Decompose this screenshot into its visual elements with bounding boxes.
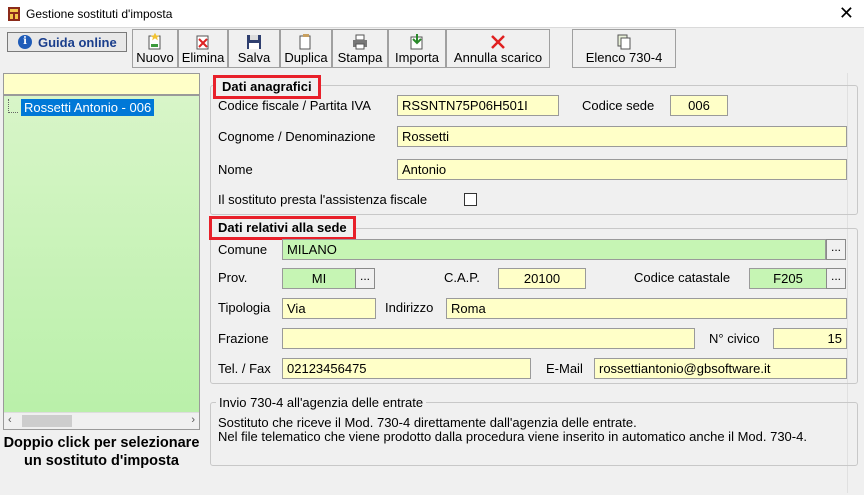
agency-sending-info: Sostituto che riceve il Mod. 730-4 diret… xyxy=(218,416,838,444)
tax-code-field[interactable]: RSSNTN75P06H501I xyxy=(397,95,559,116)
tax-assistance-checkbox[interactable] xyxy=(464,193,477,206)
hamlet-field[interactable] xyxy=(282,328,695,349)
list-730-4-button[interactable]: Elenco 730-4 xyxy=(572,29,676,68)
close-icon[interactable]: ✕ xyxy=(839,4,854,22)
documents-icon xyxy=(617,34,631,50)
office-data-legend: Dati relativi alla sede xyxy=(209,216,356,240)
province-label: Prov. xyxy=(218,270,248,285)
cancel-x-icon xyxy=(491,35,505,49)
app-icon xyxy=(8,7,20,21)
window-title: Gestione sostituti d'imposta xyxy=(26,7,173,21)
substitute-tree-list[interactable]: Rossetti Antonio - 006 ‹ › xyxy=(3,95,200,430)
name-field[interactable]: Antonio xyxy=(397,159,847,180)
cadastral-code-lookup-button[interactable]: ... xyxy=(826,268,846,289)
street-type-label: Tipologia xyxy=(218,300,271,315)
office-code-label: Codice sede xyxy=(582,98,655,113)
municipality-field[interactable]: MILANO xyxy=(282,239,826,260)
save-button[interactable]: Salva xyxy=(228,29,280,68)
address-field[interactable]: Roma xyxy=(446,298,847,319)
import-button[interactable]: Importa xyxy=(388,29,446,68)
tax-assistance-label: Il sostituto presta l'assistenza fiscale xyxy=(218,192,428,207)
postal-code-label: C.A.P. xyxy=(444,270,480,285)
tax-code-label: Codice fiscale / Partita IVA xyxy=(218,98,371,113)
duplicate-icon xyxy=(299,34,311,50)
municipality-lookup-button[interactable]: ... xyxy=(826,239,846,260)
info-line-1: Sostituto che riceve il Mod. 730-4 diret… xyxy=(218,415,637,430)
email-label: E-Mail xyxy=(546,361,583,376)
double-click-hint: Doppio click per selezionare un sostitut… xyxy=(3,435,200,469)
scroll-left-icon[interactable]: ‹ xyxy=(8,414,12,426)
street-number-field[interactable]: 15 xyxy=(773,328,847,349)
hamlet-label: Frazione xyxy=(218,331,269,346)
new-button[interactable]: Nuovo xyxy=(132,29,178,68)
tree-connector xyxy=(8,99,18,113)
surname-label: Cognome / Denominazione xyxy=(218,129,376,144)
phone-label: Tel. / Fax xyxy=(218,361,271,376)
scroll-thumb[interactable] xyxy=(22,415,72,427)
phone-field[interactable]: 02123456475 xyxy=(282,358,531,379)
name-label: Nome xyxy=(218,162,253,177)
new-document-icon xyxy=(148,33,161,50)
postal-code-field[interactable]: 20100 xyxy=(498,268,586,289)
address-label: Indirizzo xyxy=(385,300,434,315)
delete-document-icon xyxy=(196,35,209,50)
surname-field[interactable]: Rossetti xyxy=(397,126,847,147)
cancel-download-button[interactable]: Annulla scarico xyxy=(446,29,550,68)
left-filter-strip[interactable] xyxy=(3,73,200,95)
title-bar: Gestione sostituti d'imposta ✕ xyxy=(0,0,864,28)
cadastral-code-label: Codice catastale xyxy=(634,270,731,285)
duplicate-button[interactable]: Duplica xyxy=(280,29,332,68)
import-icon xyxy=(410,34,423,50)
email-field[interactable]: rossettiantonio@gbsoftware.it xyxy=(594,358,847,379)
scroll-right-icon[interactable]: › xyxy=(191,414,195,426)
office-code-field[interactable]: 006 xyxy=(670,95,728,116)
info-line-2: Nel file telematico che viene prodotto d… xyxy=(218,429,807,444)
street-number-label: N° civico xyxy=(709,331,760,346)
info-icon: i xyxy=(18,35,32,49)
print-button[interactable]: Stampa xyxy=(332,29,388,68)
printer-icon xyxy=(353,34,367,50)
province-lookup-button[interactable]: ... xyxy=(355,268,375,289)
province-field[interactable]: MI xyxy=(282,268,356,289)
municipality-label: Comune xyxy=(218,242,268,257)
agency-sending-legend: Invio 730-4 all'agenzia delle entrate xyxy=(216,395,427,411)
horizontal-scrollbar[interactable]: ‹ › xyxy=(4,412,199,429)
delete-button[interactable]: Elimina xyxy=(178,29,228,68)
personal-data-legend: Dati anagrafici xyxy=(213,75,321,99)
street-type-field[interactable]: Via xyxy=(282,298,376,319)
list-item[interactable]: Rossetti Antonio - 006 xyxy=(21,99,155,116)
cadastral-code-field[interactable]: F205 xyxy=(749,268,827,289)
floppy-disk-icon xyxy=(247,35,261,49)
guide-online-button[interactable]: i Guida online xyxy=(7,32,127,52)
